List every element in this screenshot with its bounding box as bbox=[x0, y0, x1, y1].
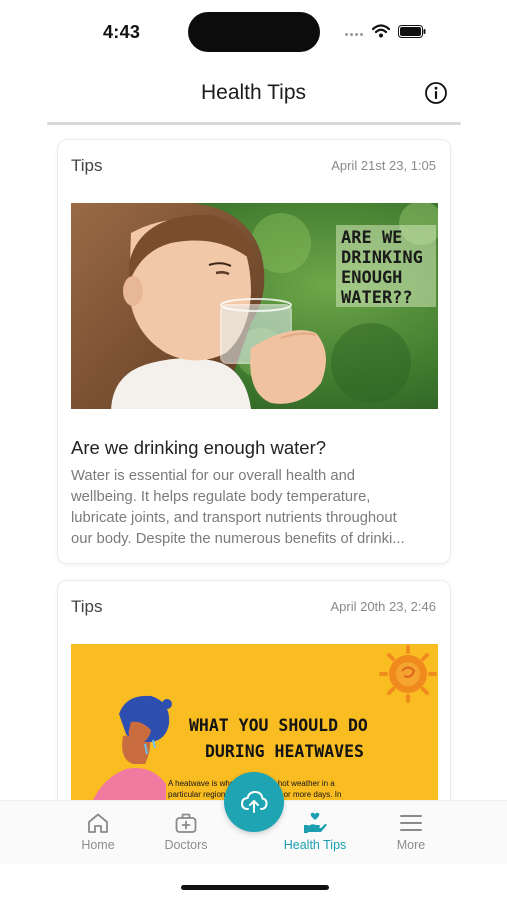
tab-label: Health Tips bbox=[283, 838, 347, 852]
card-category: Tips bbox=[71, 156, 103, 175]
excerpt-line: wellbeing. It helps regulate body temper… bbox=[71, 489, 371, 505]
excerpt-line: our body. Despite the numerous benefits … bbox=[71, 531, 405, 547]
battery-icon bbox=[398, 25, 426, 38]
tab-health-tips[interactable]: Health Tips bbox=[275, 811, 355, 852]
excerpt-line: Water is essential for our overall healt… bbox=[71, 468, 356, 484]
image-text-line: DRINKING bbox=[341, 248, 423, 268]
tab-label: More bbox=[396, 838, 426, 852]
image-text-line: DURING HEATWAVES bbox=[205, 742, 364, 761]
dynamic-island bbox=[188, 12, 320, 52]
tab-label: Doctors bbox=[164, 838, 208, 852]
card-date: April 20th 23, 2:46 bbox=[330, 599, 436, 614]
card-excerpt: Water is essential for our overall healt… bbox=[71, 466, 437, 550]
medical-bag-icon bbox=[175, 813, 197, 833]
card-title: Are we drinking enough water? bbox=[71, 437, 327, 458]
card-category: Tips bbox=[71, 597, 103, 616]
tip-card[interactable]: Tips April 21st 23, 1:05 ARE WE DRINKING… bbox=[57, 139, 451, 564]
status-time: 4:43 bbox=[103, 22, 141, 42]
tab-doctors[interactable]: Doctors bbox=[146, 811, 226, 852]
tip-card[interactable]: Tips April 20th 23, 2:46 WHAT YOU SHOULD… bbox=[57, 580, 451, 800]
status-bar: 4:43 bbox=[0, 0, 507, 62]
tip-image-water[interactable]: ARE WE DRINKING ENOUGH WATER?? bbox=[71, 203, 438, 409]
card-date: April 21st 23, 1:05 bbox=[331, 158, 436, 173]
cloud-upload-icon bbox=[240, 790, 268, 813]
hand-heart-icon bbox=[304, 812, 327, 833]
home-indicator bbox=[181, 885, 329, 890]
excerpt-line: lubricate joints, and transport nutrient… bbox=[71, 510, 397, 526]
home-icon bbox=[88, 813, 108, 833]
image-text-line: WATER?? bbox=[341, 288, 413, 308]
image-text-line: ENOUGH bbox=[341, 268, 402, 288]
tab-home[interactable]: Home bbox=[58, 811, 138, 852]
cellular-dots-icon bbox=[345, 33, 365, 37]
info-circle-icon[interactable] bbox=[424, 81, 448, 105]
tips-feed[interactable]: Tips April 21st 23, 1:05 ARE WE DRINKING… bbox=[0, 125, 507, 800]
wifi-icon bbox=[372, 24, 390, 38]
image-text-line: ARE WE bbox=[341, 228, 402, 248]
image-text-line: WHAT YOU SHOULD DO bbox=[189, 716, 368, 735]
sun-icon bbox=[379, 645, 437, 703]
tab-label: Home bbox=[81, 838, 115, 852]
upload-button[interactable] bbox=[224, 772, 284, 832]
menu-icon bbox=[400, 815, 422, 831]
tab-more[interactable]: More bbox=[371, 811, 451, 852]
